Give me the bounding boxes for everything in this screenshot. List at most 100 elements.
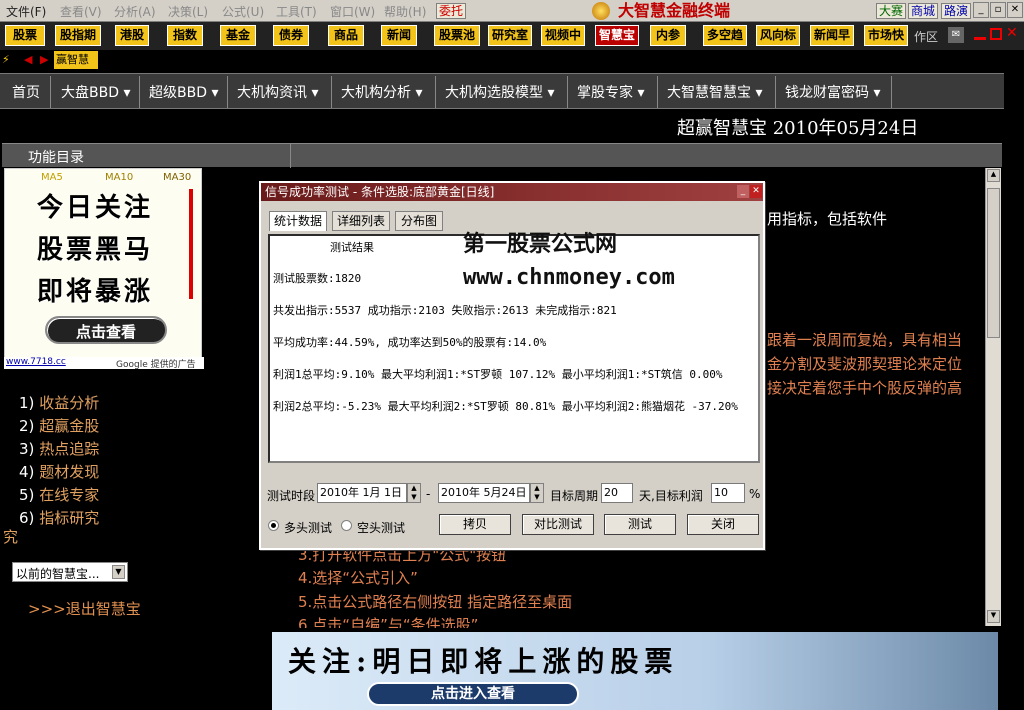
ad-line3: 即将暴涨 (37, 277, 154, 307)
signal-test-dialog: 信号成功率测试 - 条件选股:底部黄金[日线] _ ✕ 统计数据 详细列表 分布… (259, 181, 765, 550)
toolbar-video[interactable]: 视频中 (541, 25, 585, 46)
banner-button[interactable]: 点击进入查看 (367, 682, 579, 706)
dasai-button[interactable]: 大赛 (876, 3, 907, 19)
window-tab[interactable]: 赢智慧 (54, 51, 98, 69)
toolbar-commodity[interactable]: 商品 (328, 25, 364, 46)
page-date-title: 超赢智慧宝 2010年05月24日 (677, 118, 919, 139)
left-menu-item[interactable]: 1) 收益分析 (19, 392, 99, 413)
nav-institution-analysis[interactable]: 大机构分析 ▾ (341, 82, 422, 102)
left-menu-item[interactable]: 2) 超赢金股 (19, 415, 99, 436)
menu-decision[interactable]: 决策(L) (168, 3, 208, 20)
mail-icon[interactable]: ✉ (948, 27, 964, 43)
lightning-icon[interactable]: ⚡ (2, 53, 10, 66)
menu-tools[interactable]: 工具(T) (276, 3, 317, 20)
scroll-up-icon[interactable]: ▲ (987, 169, 1000, 182)
restore-icon[interactable]: ▫ (990, 2, 1006, 18)
toolbar-news[interactable]: 新闻 (381, 25, 417, 46)
scroll-thumb[interactable] (987, 188, 1000, 338)
cycle-label: 目标周期 (550, 489, 599, 503)
toolbar-morning-news[interactable]: 新闻早 (810, 25, 854, 46)
scroll-down-icon[interactable]: ▼ (987, 610, 1000, 623)
dialog-close-icon[interactable]: ✕ (750, 185, 762, 198)
long-test-radio[interactable] (268, 520, 279, 531)
percent-label: % (749, 487, 761, 501)
result-line: 利润1总平均:9.10% 最大平均利润1:*ST罗顿 107.12% 最小平均利… (273, 368, 723, 381)
nav-stock-model[interactable]: 大机构选股模型 ▾ (445, 82, 554, 102)
ad-banner[interactable]: MA5 MA10 MA30 今日关注 股票黑马 即将暴涨 点击查看 (4, 168, 202, 358)
date-to-spinner[interactable]: ▲ ▼ (530, 483, 544, 503)
left-menu-item[interactable]: 3) 热点追踪 (19, 438, 99, 459)
copy-button[interactable]: 拷贝 (439, 514, 511, 535)
toolbar-market-flash[interactable]: 市场快 (864, 25, 908, 46)
next-arrow-icon[interactable]: ▶ (40, 53, 48, 66)
weituo-button[interactable]: 委托 (436, 3, 467, 19)
exit-link[interactable]: >>>退出智慧宝 (28, 598, 141, 619)
tab-distribution[interactable]: 分布图 (395, 211, 443, 231)
logo-icon (592, 2, 610, 20)
toolbar-stock[interactable]: 股票 (5, 25, 45, 46)
tab-detail-list[interactable]: 详细列表 (332, 211, 390, 231)
step-text: 4.选择“公式引入” (298, 569, 418, 587)
chevron-down-icon[interactable]: ▼ (112, 565, 125, 579)
ad-url-link[interactable]: www.7718.cc (6, 357, 66, 367)
nav-expert[interactable]: 掌股专家 ▾ (577, 82, 644, 102)
mdi-restore-icon[interactable] (990, 28, 1002, 40)
minimize-icon[interactable]: _ (973, 2, 989, 18)
nav-home[interactable]: 首页 (12, 82, 40, 102)
toolbar-research[interactable]: 研究室 (488, 25, 532, 46)
ad-ma10: MA10 (105, 172, 134, 183)
menu-formula[interactable]: 公式(U) (222, 3, 264, 20)
toolbar-fund[interactable]: 基金 (220, 25, 256, 46)
date-to-field[interactable]: 2010年 5月24日 (438, 483, 530, 503)
toolbar-vane[interactable]: 风向标 (756, 25, 800, 46)
roadshow-button[interactable]: 路演 (941, 3, 972, 19)
toolbar-futures[interactable]: 股指期 (55, 25, 101, 46)
left-menu-item[interactable]: 4) 题材发现 (19, 461, 99, 482)
menu-window[interactable]: 窗口(W) (330, 3, 375, 20)
step-text: 5.点击公式路径右侧按钮 指定路径至桌面 (298, 593, 573, 611)
left-menu-wrap[interactable]: 究 (3, 526, 18, 547)
shop-button[interactable]: 商城 (908, 3, 939, 19)
toolbar-zhihuibao[interactable]: 智慧宝 (595, 25, 639, 46)
compare-test-button[interactable]: 对比测试 (522, 514, 594, 535)
menu-view[interactable]: 查看(V) (60, 3, 102, 20)
left-menu-item[interactable]: 6) 指标研究 (19, 507, 99, 528)
watermark-title: 第一股票公式网 (463, 232, 618, 257)
short-test-label: 空头测试 (357, 521, 406, 535)
nav-bbd[interactable]: 大盘BBD ▾ (61, 82, 130, 102)
test-button[interactable]: 测试 (604, 514, 676, 535)
mdi-close-icon[interactable]: ✕ (1006, 25, 1018, 41)
content-text: 跟着一浪周而复始，具有相当 (767, 331, 963, 349)
tab-statistics[interactable]: 统计数据 (269, 211, 327, 231)
toolbar-bond[interactable]: 债券 (273, 25, 309, 46)
toolbar-stockpool[interactable]: 股票池 (434, 25, 480, 46)
cycle-field[interactable]: 20 (601, 483, 633, 503)
prev-arrow-icon[interactable]: ◀ (24, 53, 32, 66)
menu-help[interactable]: 帮助(H) (384, 3, 426, 20)
date-from-spinner[interactable]: ▲ ▼ (407, 483, 421, 503)
menu-analysis[interactable]: 分析(A) (114, 3, 156, 20)
left-menu-item[interactable]: 5) 在线专家 (19, 484, 99, 505)
ad-view-button[interactable]: 点击查看 (45, 316, 167, 344)
content-text: 金分割及斐波那契理论来定位 (767, 355, 963, 373)
toolbar-index[interactable]: 指数 (167, 25, 203, 46)
toolbar-hk[interactable]: 港股 (115, 25, 149, 46)
short-test-radio[interactable] (341, 520, 352, 531)
profit-field[interactable]: 10 (711, 483, 745, 503)
workspace-label[interactable]: 作区 (914, 28, 938, 45)
close-button[interactable]: 关闭 (687, 514, 759, 535)
nav-zhihuibao[interactable]: 大智慧智慧宝 ▾ (667, 82, 762, 102)
history-select[interactable]: 以前的智慧宝... ▼ (12, 562, 128, 582)
nav-institution-news[interactable]: 大机构资讯 ▾ (237, 82, 318, 102)
date-from-field[interactable]: 2010年 1月 1日 (317, 483, 407, 503)
nav-wealth-code[interactable]: 钱龙财富密码 ▾ (785, 82, 880, 102)
nav-super-bbd[interactable]: 超级BBD ▾ (149, 82, 218, 102)
content-scrollbar[interactable]: ▲ ▼ (985, 168, 1001, 626)
close-icon[interactable]: ✕ (1007, 2, 1023, 18)
toolbar-neican[interactable]: 内参 (650, 25, 686, 46)
dialog-minimize-icon[interactable]: _ (737, 185, 749, 198)
toolbar-trend[interactable]: 多空趋 (703, 25, 747, 46)
ad-candle-icon (189, 189, 193, 299)
menu-file[interactable]: 文件(F) (6, 3, 46, 20)
mdi-minimize-icon[interactable] (974, 30, 986, 40)
